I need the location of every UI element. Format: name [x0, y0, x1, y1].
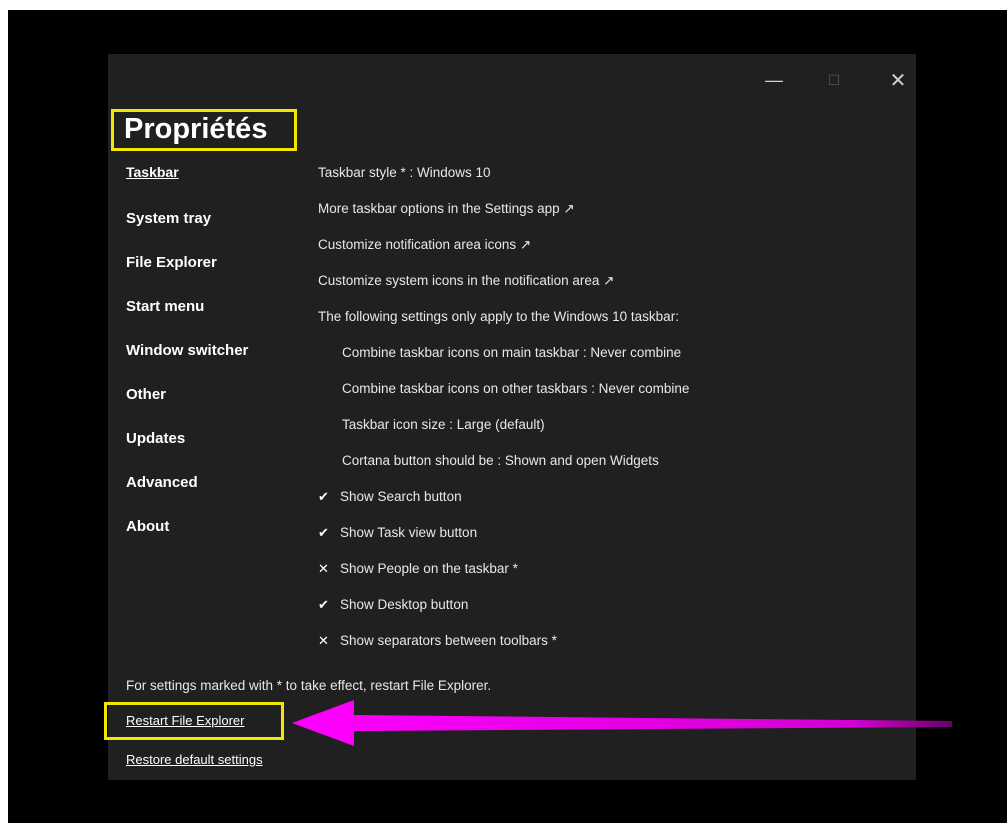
cross-icon: ✕ [318, 561, 329, 576]
setting-icon-size[interactable]: Taskbar icon size : Large (default) [342, 416, 545, 434]
restore-defaults-link[interactable]: Restore default settings [126, 752, 263, 767]
minimize-button[interactable]: — [754, 66, 794, 94]
section-note-windows10: The following settings only apply to the… [318, 309, 679, 324]
toggle-label: Show Search button [340, 489, 462, 504]
sidebar-item-other[interactable]: Other [126, 386, 166, 403]
toggle-label: Show Desktop button [340, 597, 469, 612]
sidebar-item-about[interactable]: About [126, 518, 169, 535]
restart-highlight-box [104, 702, 284, 740]
restart-note: For settings marked with * to take effec… [126, 678, 492, 693]
setting-taskbar-style[interactable]: Taskbar style * : Windows 10 [318, 164, 491, 182]
sidebar-item-window-switcher[interactable]: Window switcher [126, 342, 248, 359]
check-icon: ✔ [318, 525, 329, 540]
sidebar-item-start-menu[interactable]: Start menu [126, 298, 204, 315]
screenshot-border-top [0, 0, 1007, 10]
sidebar-item-advanced[interactable]: Advanced [126, 474, 198, 491]
toggle-label: Show separators between toolbars * [340, 633, 557, 648]
sidebar-item-taskbar[interactable]: Taskbar [126, 164, 179, 180]
cross-icon: ✕ [318, 633, 329, 648]
toggle-show-task-view[interactable]: ✔ Show Task view button [318, 524, 477, 542]
toggle-show-people[interactable]: ✕ Show People on the taskbar * [318, 560, 518, 578]
check-icon: ✔ [318, 597, 329, 612]
setting-cortana-button[interactable]: Cortana button should be : Shown and ope… [342, 452, 659, 470]
pointer-arrow-annotation [292, 698, 952, 748]
link-customize-system-icons[interactable]: Customize system icons in the notificati… [318, 272, 614, 290]
setting-combine-main[interactable]: Combine taskbar icons on main taskbar : … [342, 344, 681, 362]
sidebar-item-updates[interactable]: Updates [126, 430, 185, 447]
link-customize-notification-icons[interactable]: Customize notification area icons ↗ [318, 236, 531, 254]
screenshot-border-left [0, 0, 8, 823]
toggle-show-separators[interactable]: ✕ Show separators between toolbars * [318, 632, 557, 650]
setting-combine-other[interactable]: Combine taskbar icons on other taskbars … [342, 380, 689, 398]
toggle-label: Show People on the taskbar * [340, 561, 518, 576]
sidebar-item-system-tray[interactable]: System tray [126, 210, 211, 227]
toggle-show-desktop[interactable]: ✔ Show Desktop button [318, 596, 468, 614]
toggle-label: Show Task view button [340, 525, 478, 540]
title-highlight-box [111, 109, 297, 151]
check-icon: ✔ [318, 489, 329, 504]
maximize-button[interactable]: ☐ [814, 66, 854, 94]
link-more-taskbar-options[interactable]: More taskbar options in the Settings app… [318, 200, 575, 218]
toggle-show-search[interactable]: ✔ Show Search button [318, 488, 462, 506]
sidebar-item-file-explorer[interactable]: File Explorer [126, 254, 217, 271]
close-button[interactable]: ✕ [878, 66, 918, 94]
